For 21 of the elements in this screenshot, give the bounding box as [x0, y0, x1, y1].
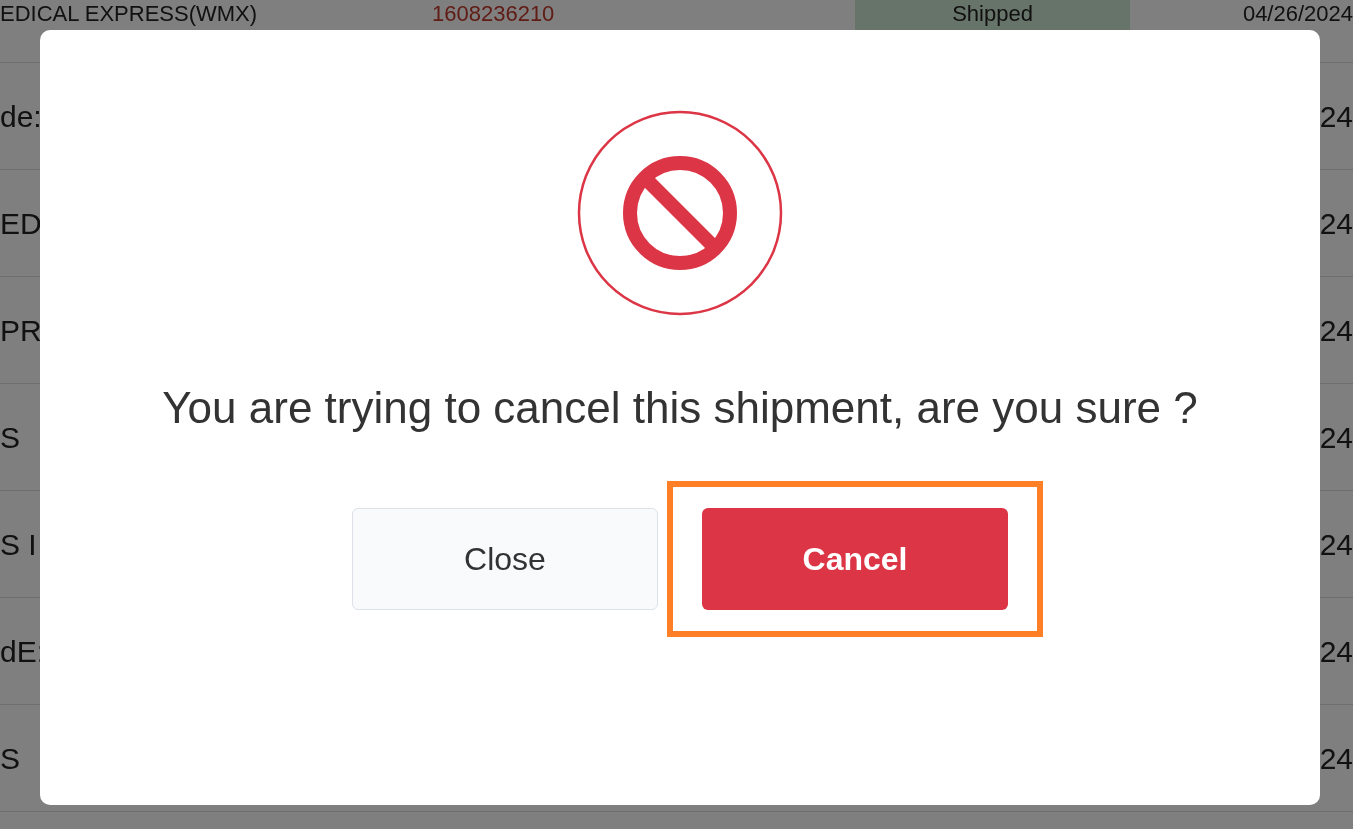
table-cell: EDICAL EXPRESS(WMX)	[0, 0, 258, 28]
table-cell-text: 24	[1319, 98, 1353, 135]
status-text: Shipped	[952, 0, 1033, 28]
table-cell-text: 24	[1319, 419, 1353, 456]
table-cell-text: 24	[1319, 205, 1353, 242]
table-cell-text: 24	[1319, 526, 1353, 563]
table-cell-text: dE:	[0, 633, 46, 670]
table-cell-text: 24	[1319, 633, 1353, 670]
table-cell-text: S	[0, 740, 20, 777]
table-cell-text: 24	[1319, 312, 1353, 349]
table-cell: 04/26/2024	[1242, 0, 1353, 28]
table-cell-text: de:	[0, 98, 42, 135]
table-cell-text: 24	[1319, 740, 1353, 777]
cancel-button[interactable]: Cancel	[702, 508, 1008, 610]
table-cell-text: ED	[0, 205, 42, 242]
confirm-message: You are trying to cancel this shipment, are you sure ?	[161, 382, 1199, 434]
table-cell-text: S	[0, 419, 20, 456]
table-cell-text: PR	[0, 312, 42, 349]
close-button[interactable]: Close	[352, 508, 658, 610]
ban-icon	[577, 110, 783, 316]
table-cell-text: S I	[0, 526, 37, 563]
